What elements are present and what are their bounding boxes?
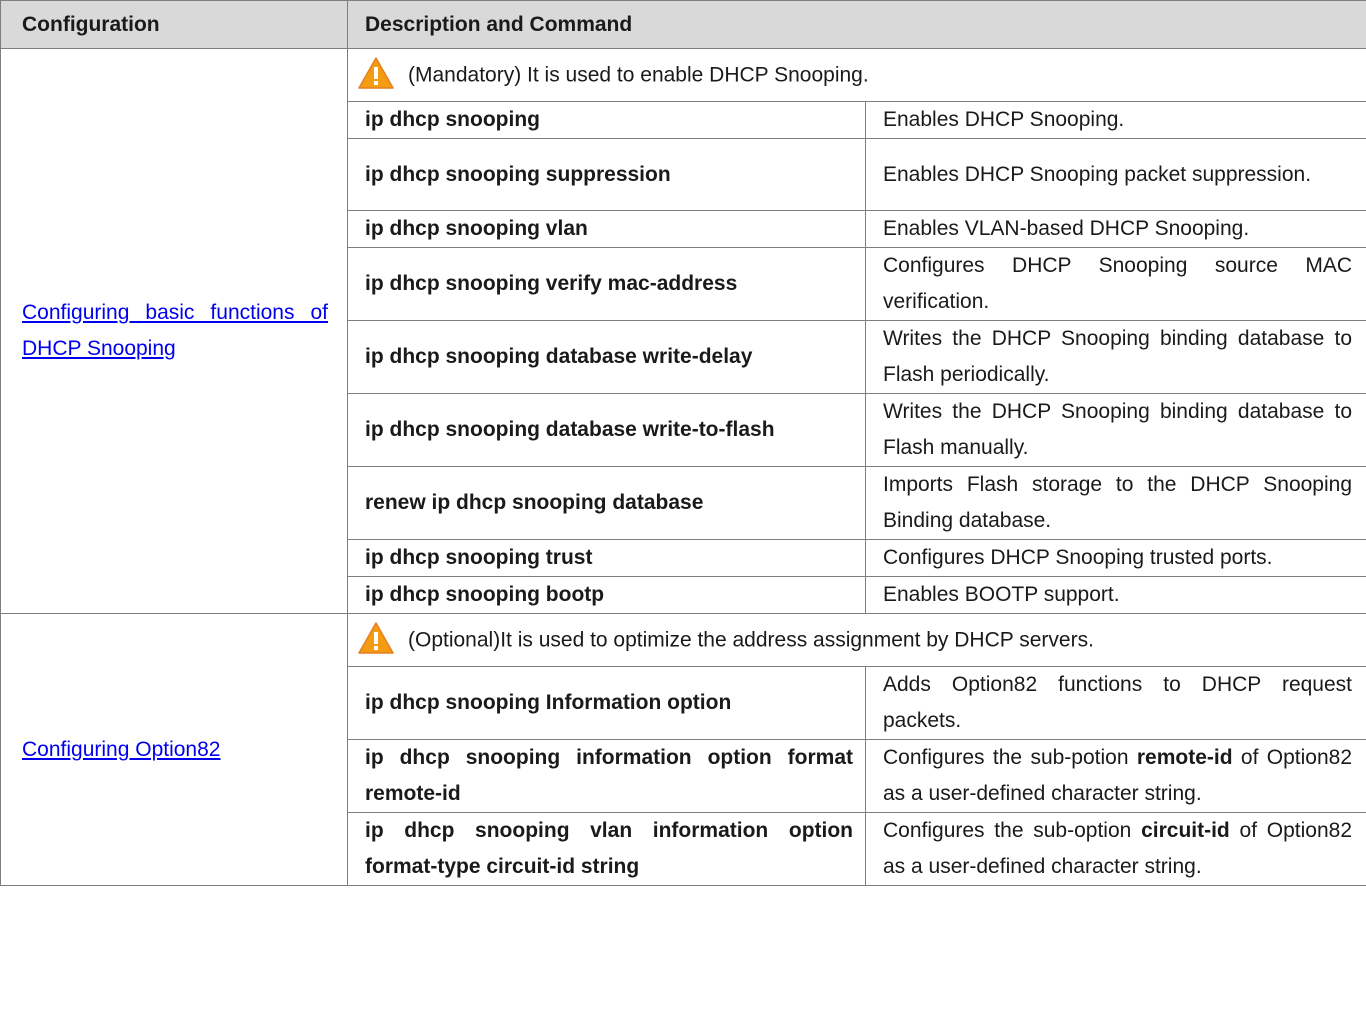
command-cell: ip dhcp snooping information option form… [347,739,866,813]
description-keyword: circuit-id [1141,819,1230,842]
warning-icon [358,622,394,654]
description-cell: Configures the sub-potion remote-id of O… [864,739,1366,813]
description-cell: Writes the DHCP Snooping binding databas… [864,393,1366,467]
note-row-optional: (Optional)It is used to optimize the add… [346,613,1366,667]
note-text: (Mandatory) It is used to enable DHCP Sn… [408,63,869,87]
command-cell: ip dhcp snooping Information option [347,666,866,740]
table-row: Configuring Option82 (Optional)It is use… [0,613,1366,886]
description-keyword: remote-id [1136,746,1233,769]
description-cell: Adds Option82 functions to DHCP request … [864,666,1366,740]
note-row-mandatory: (Mandatory) It is used to enable DHCP Sn… [346,48,1366,102]
description-cell: Writes the DHCP Snooping binding databas… [864,320,1366,394]
command-cell: ip dhcp snooping [347,101,866,139]
description-cell: Imports Flash storage to the DHCP Snoopi… [864,466,1366,540]
config-cell-option82: Configuring Option82 [0,613,348,886]
description-cell: Enables VLAN-based DHCP Snooping. [864,210,1366,248]
command-cell: ip dhcp snooping database write-to-flash [347,393,866,467]
description-cell: Enables DHCP Snooping packet suppression… [864,138,1366,211]
header-configuration: Configuration [0,0,348,49]
table-header-row: Configuration Description and Command [0,0,1366,49]
warning-icon [358,57,394,89]
command-cell: ip dhcp snooping vlan [347,210,866,248]
description-text: Configures the sub-option [883,819,1142,842]
command-cell: ip dhcp snooping bootp [347,576,866,614]
command-cell: ip dhcp snooping trust [347,539,866,577]
command-cell: ip dhcp snooping suppression [347,138,866,211]
description-cell: Enables BOOTP support. [864,576,1366,614]
description-cell: Configures DHCP Snooping trusted ports. [864,539,1366,577]
command-cell: ip dhcp snooping database write-delay [347,320,866,394]
note-text: (Optional)It is used to optimize the add… [408,628,1094,652]
command-cell: ip dhcp snooping vlan information option… [347,812,866,886]
config-cell-basic: Configuring basic functions of DHCP Snoo… [0,48,348,614]
description-cell: Configures the sub-option circuit-id of … [864,812,1366,886]
link-configuring-option82[interactable]: Configuring Option82 [22,738,220,761]
table-row: Configuring basic functions of DHCP Snoo… [0,48,1366,614]
link-configuring-basic-functions[interactable]: Configuring basic functions of DHCP Snoo… [22,301,328,360]
configuration-table: Configuration Description and Command Co… [0,0,1366,886]
command-cell: renew ip dhcp snooping database [347,466,866,540]
description-text: Configures the sub-potion [883,746,1137,769]
description-cell: Enables DHCP Snooping. [864,101,1366,139]
description-cell: Configures DHCP Snooping source MAC veri… [864,247,1366,321]
command-cell: ip dhcp snooping verify mac-address [347,247,866,321]
header-description-and-command: Description and Command [346,0,1366,49]
